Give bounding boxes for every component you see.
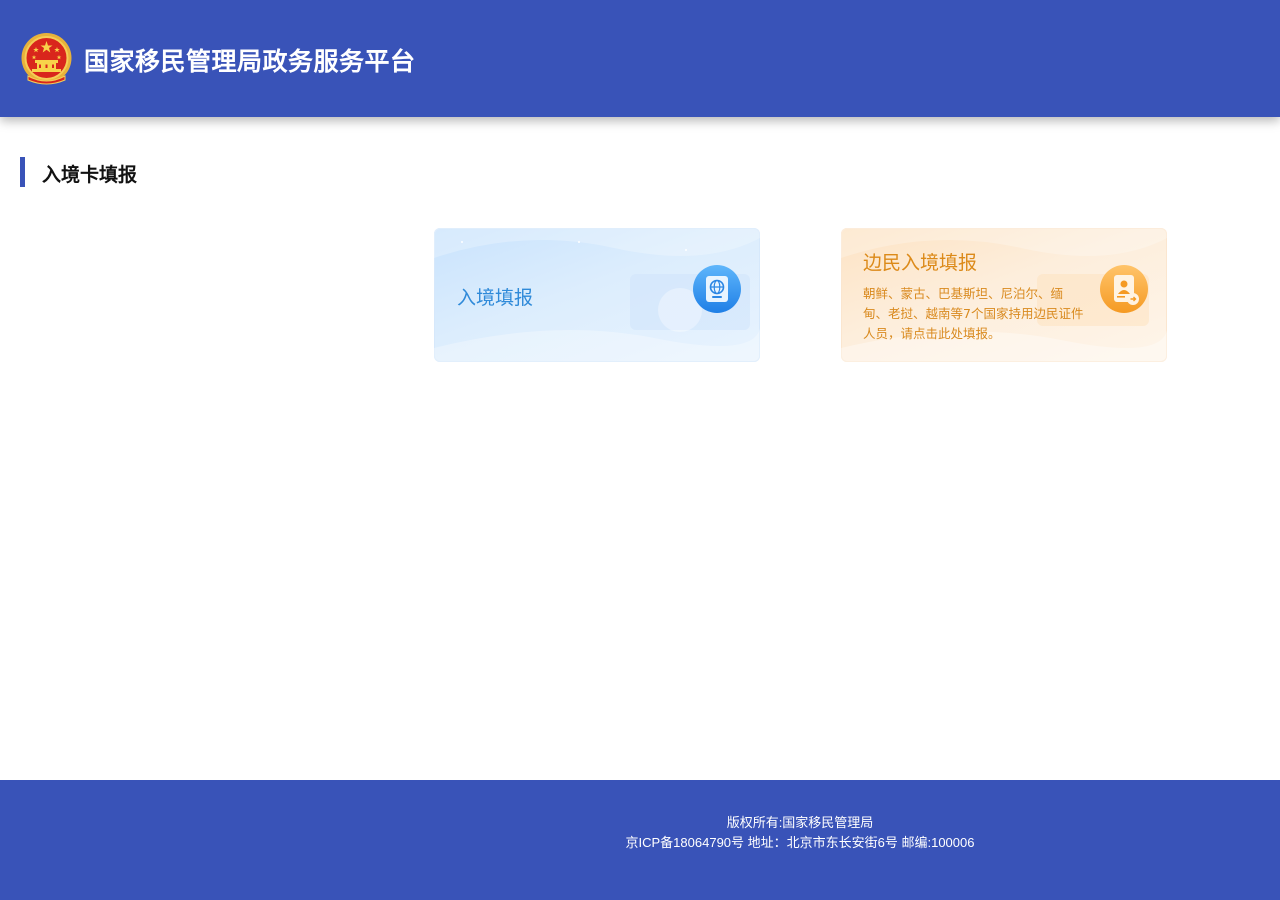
border-resident-filing-card[interactable]: 边民入境填报 朝鲜、蒙古、巴基斯坦、尼泊尔、缅甸、老挝、越南等7个国家持用边民证…	[841, 228, 1167, 362]
passport-globe-icon	[693, 265, 741, 313]
footer-copyright: 版权所有:国家移民管理局	[726, 815, 874, 830]
border-resident-filing-description: 朝鲜、蒙古、巴基斯坦、尼泊尔、缅甸、老挝、越南等7个国家持用边民证件人员，请点击…	[863, 286, 1084, 341]
id-card-person-icon	[1100, 265, 1148, 313]
section-title: 入境卡填报	[42, 164, 138, 186]
section-accent-bar	[20, 157, 25, 187]
footer: 版权所有:国家移民管理局 京ICP备18064790号 地址：北京市东长安街6号…	[0, 780, 1280, 900]
header: 国家移民管理局政务服务平台	[0, 0, 1280, 117]
footer-icp-address: 京ICP备18064790号 地址：北京市东长安街6号 邮编:100006	[625, 835, 975, 850]
border-resident-filing-label: 边民入境填报	[863, 252, 978, 274]
entry-filing-label: 入境填报	[457, 287, 534, 309]
national-emblem-icon	[21, 33, 72, 85]
site-title: 国家移民管理局政务服务平台	[84, 47, 416, 76]
entry-filing-card[interactable]: 入境填报	[434, 228, 760, 362]
